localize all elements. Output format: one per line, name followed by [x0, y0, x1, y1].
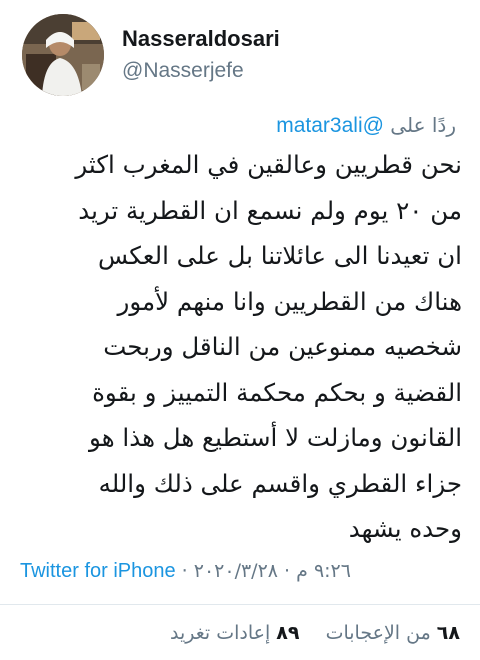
likes-label: من الإعجابات — [325, 622, 431, 644]
tweet-text-line: نحن قطريين وعالقين في المغرب اكثر — [75, 150, 462, 179]
avatar-image — [22, 14, 104, 96]
tweet-text: نحن قطريين وعالقين في المغرب اكثر من ٢٠ … — [16, 142, 462, 552]
tweet-stats: ٦٨ من الإعجابات ٨٩ إعادات تغريد — [170, 620, 460, 646]
meta-separator: · — [278, 560, 297, 582]
tweet-header: Nasseraldosari @Nasserjefe — [22, 14, 462, 104]
tweet-date: ٢٠٢٠/٣/٢٨ — [193, 560, 278, 582]
tweet-text-line: هناك من القطريين وانا منهم لأمور — [117, 286, 462, 316]
source-link[interactable]: Twitter for iPhone — [20, 560, 176, 582]
tweet-text-line: القضية و بحكم محكمة التمييز و بقوة — [92, 377, 462, 407]
meta-separator: · — [175, 560, 194, 582]
retweets-count: ٨٩ — [276, 622, 300, 644]
tweet-text-line: من ٢٠ يوم ولم نسمع ان القطرية تريد — [78, 195, 462, 225]
retweets-label: إعادات تغريد — [169, 622, 271, 644]
tweet-text-line: شخصيه ممنوعين من الناقل وربحت — [103, 332, 462, 361]
reply-context: ردًا على @matar3ali — [276, 112, 456, 139]
retweets-stat[interactable]: ٨٩ إعادات تغريد — [170, 622, 300, 644]
divider — [0, 604, 480, 605]
tweet-text-line: جزاء القطري واقسم على ذلك والله — [98, 468, 462, 498]
tweet-time: ٩:٢٦ م — [296, 560, 351, 582]
tweet-meta: Twitter for iPhone · ٩:٢٦ م · ٢٠٢٠/٣/٢٨ — [20, 558, 351, 584]
tweet-text-line: ان تعيدنا الى عائلاتنا بل على العكس — [98, 241, 462, 270]
user-handle[interactable]: @Nasserjefe — [122, 58, 280, 84]
reply-mention-link[interactable]: @matar3ali — [276, 114, 384, 137]
avatar[interactable] — [22, 14, 104, 96]
likes-stat[interactable]: ٦٨ من الإعجابات — [320, 622, 460, 644]
likes-count: ٦٨ — [436, 622, 460, 644]
display-name[interactable]: Nasseraldosari — [122, 26, 280, 52]
tweet-card: Nasseraldosari @Nasserjefe ردًا على @mat… — [0, 0, 480, 660]
tweet-text-line: وحده يشهد — [348, 514, 462, 543]
timestamp-link[interactable]: ٩:٢٦ م · ٢٠٢٠/٣/٢٨ — [194, 560, 351, 582]
reply-prefix: ردًا على — [390, 113, 456, 137]
user-names: Nasseraldosari @Nasserjefe — [122, 26, 280, 84]
tweet-text-line: القانون ومازلت لا أستطيع هل هذا هو — [89, 423, 462, 452]
